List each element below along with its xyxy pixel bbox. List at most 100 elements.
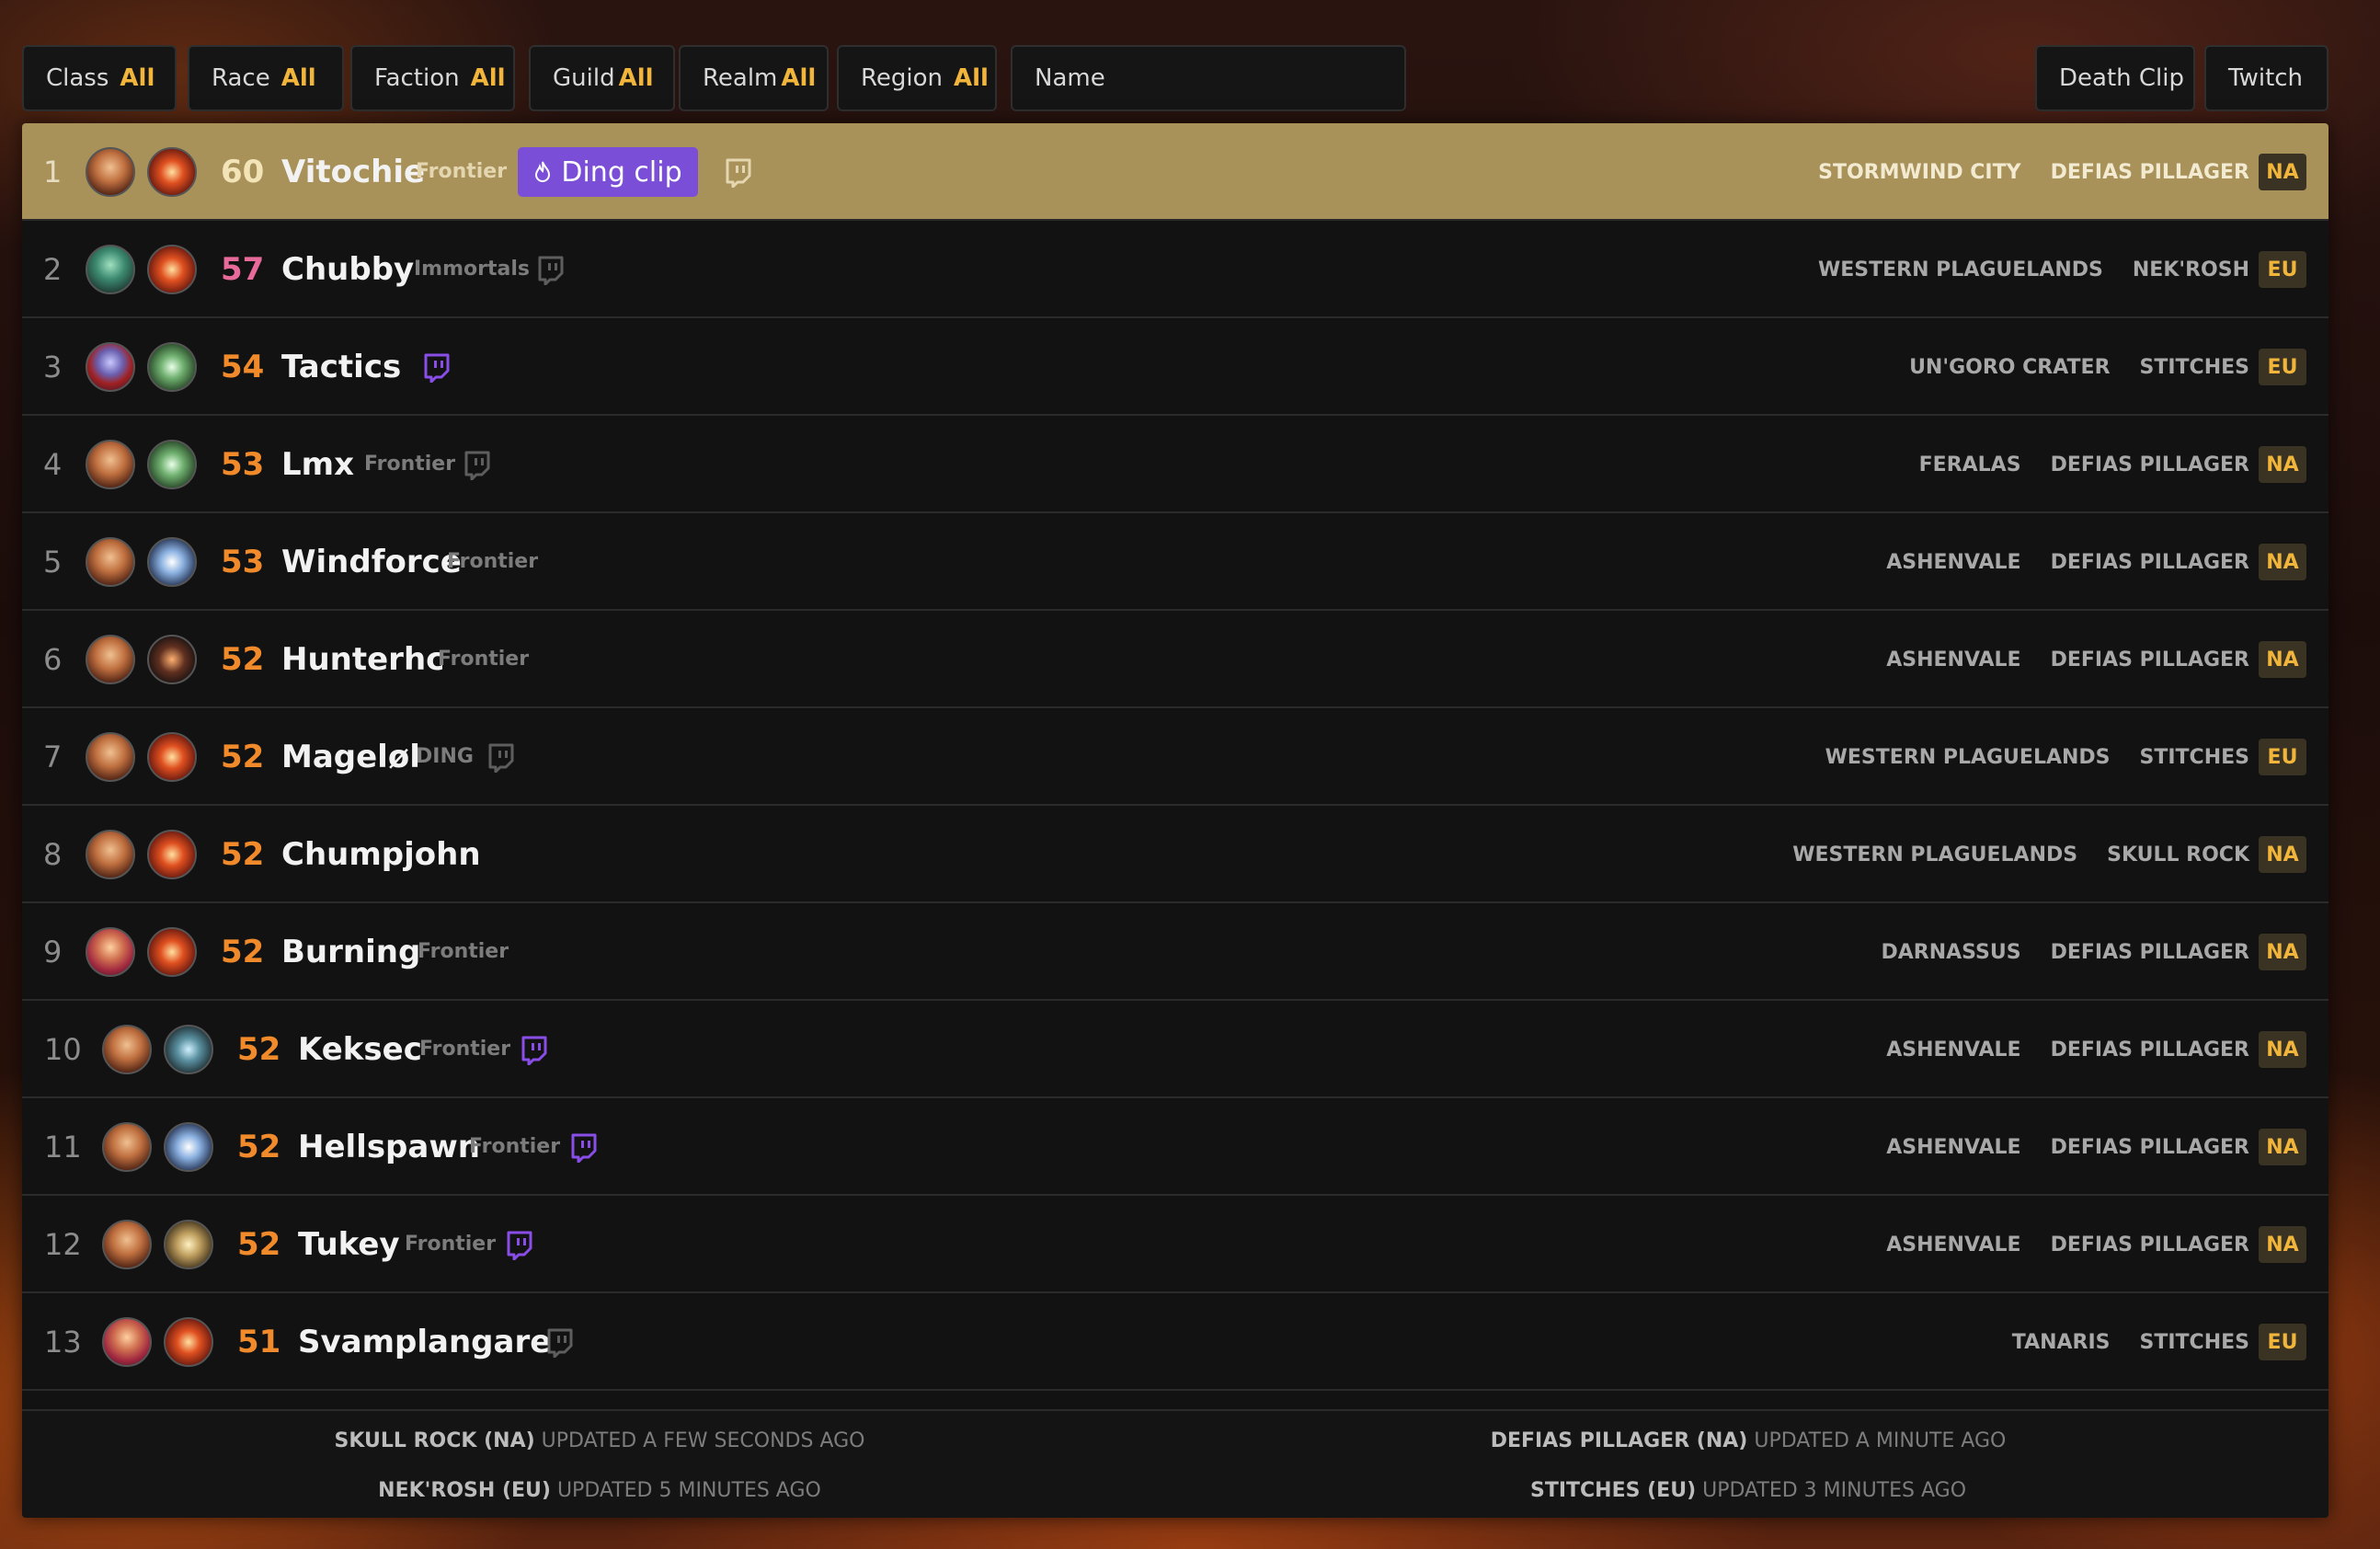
table-row[interactable]: 7 52 Mageløl DING WESTERN PLAGUELANDS STITCHE… — [22, 708, 2329, 806]
table-row[interactable]: 12 52 Tukey Frontier ASHENVALE DEFIAS PILLAGE… — [22, 1196, 2329, 1293]
table-row[interactable]: 3 54 Tactics UN'GORO CRATER STITCHES EU — [22, 318, 2329, 416]
guild-name: Immortals — [414, 258, 530, 281]
character-name[interactable]: Windforce — [281, 513, 462, 611]
realm-filter-label: Realm — [703, 64, 778, 92]
realm-name: NEK'ROSH — [2132, 258, 2249, 281]
class-icon — [147, 440, 197, 489]
level-value: 52 — [221, 836, 265, 873]
location-info: ASHENVALE DEFIAS PILLAGER NA — [1886, 1098, 2306, 1196]
guild-name: Frontier — [419, 1038, 511, 1061]
zone-name: STORMWIND CITY — [1818, 160, 2021, 184]
twitch-icon[interactable] — [546, 1328, 574, 1359]
table-row[interactable]: 9 52 Burning Frontier DARNASSUS DEFIAS PILLAG… — [22, 903, 2329, 1001]
zone-name: WESTERN PLAGUELANDS — [1792, 843, 2078, 866]
character-name[interactable]: Chumpjohn — [281, 806, 481, 903]
twitch-icon[interactable] — [463, 451, 491, 481]
zone-name: DARNASSUS — [1881, 940, 2021, 964]
character-name[interactable]: Tactics — [281, 318, 401, 416]
region-badge: NA — [2259, 154, 2306, 190]
name-search-input[interactable]: Name — [1011, 45, 1406, 111]
character-name[interactable]: Svamplangare — [298, 1293, 551, 1391]
table-row[interactable]: 5 53 Windforce Frontier ASHENVALE DEFIAS PILL… — [22, 513, 2329, 611]
character-name[interactable]: Mageløl — [281, 708, 420, 806]
character-name[interactable]: Vitochie — [281, 123, 425, 221]
level-value: 51 — [237, 1324, 281, 1360]
location-info: FERALAS DEFIAS PILLAGER NA — [1919, 416, 2306, 513]
table-row[interactable]: 4 53 Lmx Frontier FERALAS DEFIAS PILLAGER NA — [22, 416, 2329, 513]
realm-status-text: UPDATED 5 MINUTES AGO — [556, 1479, 821, 1502]
twitch-icon[interactable] — [570, 1133, 598, 1164]
table-row[interactable]: 8 52 Chumpjohn WESTERN PLAGUELANDS SKULL ROC… — [22, 806, 2329, 903]
table-row[interactable]: 1 60 Vitochie Frontier Ding clip STORMWIND CI… — [22, 123, 2329, 221]
character-name[interactable]: Burning — [281, 903, 420, 1001]
class-filter[interactable]: Class All — [22, 45, 177, 111]
location-info: ASHENVALE DEFIAS PILLAGER NA — [1886, 1196, 2306, 1293]
zone-name: WESTERN PLAGUELANDS — [1818, 258, 2103, 281]
class-filter-label: Class — [46, 64, 109, 92]
rank-number: 8 — [43, 837, 63, 872]
race-icon — [86, 440, 135, 489]
table-row[interactable]: 2 57 Chubby Immortals WESTERN PLAGUELANDS NEK… — [22, 221, 2329, 318]
ding-clip-button[interactable]: Ding clip — [518, 147, 698, 197]
location-info: DARNASSUS DEFIAS PILLAGER NA — [1881, 903, 2306, 1001]
region-badge: NA — [2259, 1129, 2306, 1165]
region-filter[interactable]: Region All — [837, 45, 997, 111]
ding-clip-label: Ding clip — [561, 155, 682, 189]
realm-status-name: NEK'ROSH (EU) — [378, 1479, 551, 1502]
class-icon — [147, 342, 197, 392]
realm-name: DEFIAS PILLAGER — [2050, 160, 2249, 184]
character-name[interactable]: Keksec — [298, 1001, 422, 1098]
guild-filter[interactable]: Guild All — [529, 45, 675, 111]
twitch-icon[interactable] — [725, 158, 752, 189]
zone-name: ASHENVALE — [1886, 648, 2021, 671]
realm-name: DEFIAS PILLAGER — [2050, 550, 2249, 574]
race-filter[interactable]: Race All — [188, 45, 344, 111]
zone-name: UN'GORO CRATER — [1909, 355, 2111, 379]
region-badge: EU — [2259, 251, 2306, 288]
realm-name: SKULL ROCK — [2107, 843, 2249, 866]
twitch-icon[interactable] — [521, 1036, 548, 1066]
region-badge: NA — [2259, 836, 2306, 873]
table-row[interactable]: 10 52 Keksec Frontier ASHENVALE DEFIAS PILLAG… — [22, 1001, 2329, 1098]
twitch-icon[interactable] — [487, 743, 515, 774]
character-name[interactable]: Lmx — [281, 416, 354, 513]
twitch-button[interactable]: Twitch — [2204, 45, 2329, 111]
twitch-icon[interactable] — [537, 256, 565, 286]
character-name[interactable]: Hellspawn — [298, 1098, 480, 1196]
death-clip-button[interactable]: Death Clip — [2035, 45, 2195, 111]
rank-number: 3 — [43, 350, 63, 384]
class-icon — [164, 1317, 213, 1367]
realm-filter[interactable]: Realm All — [679, 45, 829, 111]
leaderboard-panel: 1 60 Vitochie Frontier Ding clip STORMWIND CI… — [22, 123, 2329, 1518]
level-value: 52 — [237, 1129, 281, 1165]
class-icon — [147, 537, 197, 587]
twitch-icon[interactable] — [423, 353, 451, 384]
realm-status: DEFIAS PILLAGER (NA) UPDATED A MINUTE AG… — [1491, 1429, 2007, 1452]
class-filter-value: All — [120, 64, 155, 92]
guild-name: Frontier — [416, 160, 508, 183]
level-value: 53 — [221, 544, 265, 580]
faction-filter[interactable]: Faction All — [350, 45, 515, 111]
twitch-icon[interactable] — [506, 1231, 533, 1261]
table-row[interactable]: 6 52 Hunterhc Frontier ASHENVALE DEFIAS PILLA… — [22, 611, 2329, 708]
character-name[interactable]: Hunterhc — [281, 611, 444, 708]
table-row[interactable]: 11 52 Hellspawn Frontier ASHENVALE DEFIAS PIL… — [22, 1098, 2329, 1196]
race-icon — [86, 830, 135, 879]
class-icon — [164, 1025, 213, 1074]
level-value: 52 — [221, 641, 265, 678]
class-icon — [164, 1220, 213, 1269]
realm-name: DEFIAS PILLAGER — [2050, 453, 2249, 476]
race-filter-label: Race — [212, 64, 270, 92]
rank-number: 2 — [43, 252, 63, 287]
table-row[interactable]: 13 51 Svamplangare TANARIS STITCHES EU — [22, 1293, 2329, 1391]
rank-number: 10 — [44, 1032, 82, 1067]
level-value: 53 — [221, 446, 265, 483]
rank-number: 1 — [43, 155, 63, 189]
character-name[interactable]: Chubby — [281, 221, 414, 318]
guild-filter-label: Guild — [553, 64, 615, 92]
region-filter-label: Region — [861, 64, 944, 92]
class-icon — [147, 147, 197, 197]
guild-name: Frontier — [405, 1233, 497, 1256]
character-name[interactable]: Tukey — [298, 1196, 400, 1293]
realm-status-name: SKULL ROCK (NA) — [334, 1429, 535, 1452]
